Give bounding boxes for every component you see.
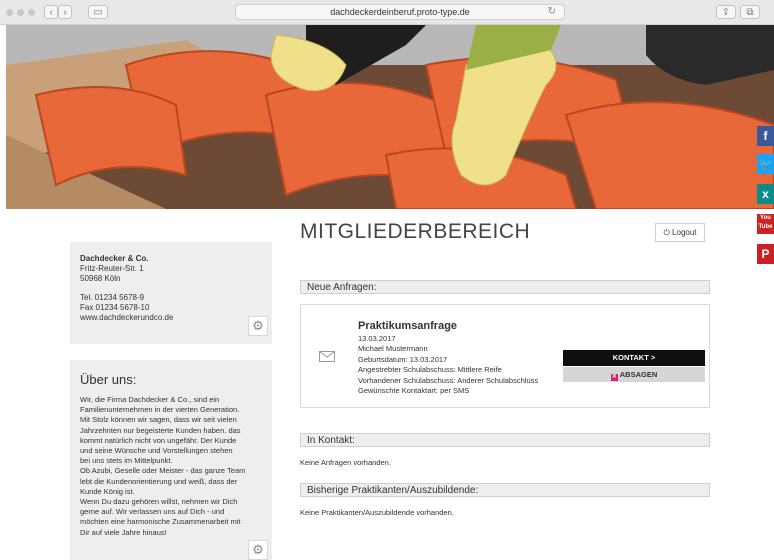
about-title: Über uns: [80, 372, 137, 387]
xing-icon[interactable]: x [757, 184, 774, 204]
request-title: Praktikumsanfrage [358, 320, 458, 332]
url-text: dachdeckerdeinberuf.proto-type.de [330, 7, 470, 17]
twitter-icon[interactable]: 🐦 [757, 154, 774, 174]
contact-button[interactable]: KONTAKT > [563, 350, 705, 366]
decline-button[interactable]: ✕ ABSAGEN [563, 367, 705, 382]
request-card: Praktikumsanfrage 13.03.2017 Michael Mus… [300, 304, 710, 408]
youtube-icon[interactable]: You Tube [757, 214, 774, 234]
pinterest-icon[interactable]: P [757, 244, 774, 264]
edit-company-gear-icon[interactable]: ⚙ [248, 316, 268, 336]
request-birthdate: Geburtsdatum: 13.03.2017 [358, 354, 448, 364]
past-empty-text: Keine Praktikanten/Auszubildende vorhand… [300, 508, 454, 517]
edit-about-gear-icon[interactable]: ⚙ [248, 540, 268, 560]
sidebar-icon[interactable]: ▭ [88, 5, 108, 19]
back-icon[interactable]: ‹ [44, 5, 58, 19]
about-text: Wir, die Firma Dachdecker & Co., sind ei… [80, 395, 246, 537]
contact-empty-text: Keine Anfragen vorhanden. [300, 458, 391, 467]
company-web: www.dachdeckerundco.de [80, 313, 174, 322]
reload-icon[interactable]: ↻ [548, 5, 556, 19]
share-icon[interactable]: ⇪ [716, 5, 736, 19]
section-header-in-contact: In Kontakt: [300, 433, 710, 447]
decline-label: ABSAGEN [619, 370, 658, 379]
request-details: 13.03.2017 Michael Mustermann Geburtsdat… [358, 334, 538, 396]
company-tel: Tel. 01234 5678-9 [80, 293, 145, 302]
window-minimize-dot[interactable] [17, 9, 24, 16]
facebook-icon[interactable]: f [757, 126, 774, 146]
close-icon: ✕ [610, 374, 618, 381]
page-title: MITGLIEDERBEREICH [300, 220, 531, 243]
window-close-dot[interactable] [6, 9, 13, 16]
company-info-box: Dachdecker & Co. Fritz-Reuter-Str. 1 509… [70, 242, 272, 344]
roof-tiles-illustration [6, 25, 774, 209]
window-zoom-dot[interactable] [28, 9, 35, 16]
company-fax: Fax 01234 5678-10 [80, 303, 150, 312]
company-street: Fritz-Reuter-Str. 1 [80, 264, 144, 273]
logout-label: Logout [672, 228, 697, 237]
request-date: 13.03.2017 [358, 334, 396, 343]
envelope-icon [319, 351, 335, 362]
about-box: Über uns: Wir, die Firma Dachdecker & Co… [70, 360, 272, 560]
tabs-icon[interactable]: ⧉ [740, 5, 760, 19]
request-name: Michael Mustermann [358, 344, 428, 354]
address-bar[interactable]: dachdeckerdeinberuf.proto-type.de ↻ [235, 4, 565, 20]
company-city: 50968 Köln [80, 274, 121, 283]
hero-image [6, 25, 774, 209]
power-icon: ⏻ [663, 228, 670, 237]
logout-button[interactable]: ⏻ Logout [655, 223, 705, 242]
request-target-school: Angestrebter Schulabschuss: Mittlere Rei… [358, 365, 502, 375]
company-name: Dachdecker & Co. [80, 254, 149, 263]
forward-icon[interactable]: › [58, 5, 72, 19]
section-header-new-requests: Neue Anfragen: [300, 280, 710, 294]
section-header-past-interns: Bisherige Praktikanten/Auszubildende: [300, 483, 710, 497]
request-current-school: Vorhandener Schulabschuss: Anderer Schul… [358, 375, 539, 385]
request-contact-type: Gewünschte Kontaktart: per SMS [358, 386, 470, 396]
browser-toolbar: ‹ › ▭ dachdeckerdeinberuf.proto-type.de … [0, 0, 774, 25]
